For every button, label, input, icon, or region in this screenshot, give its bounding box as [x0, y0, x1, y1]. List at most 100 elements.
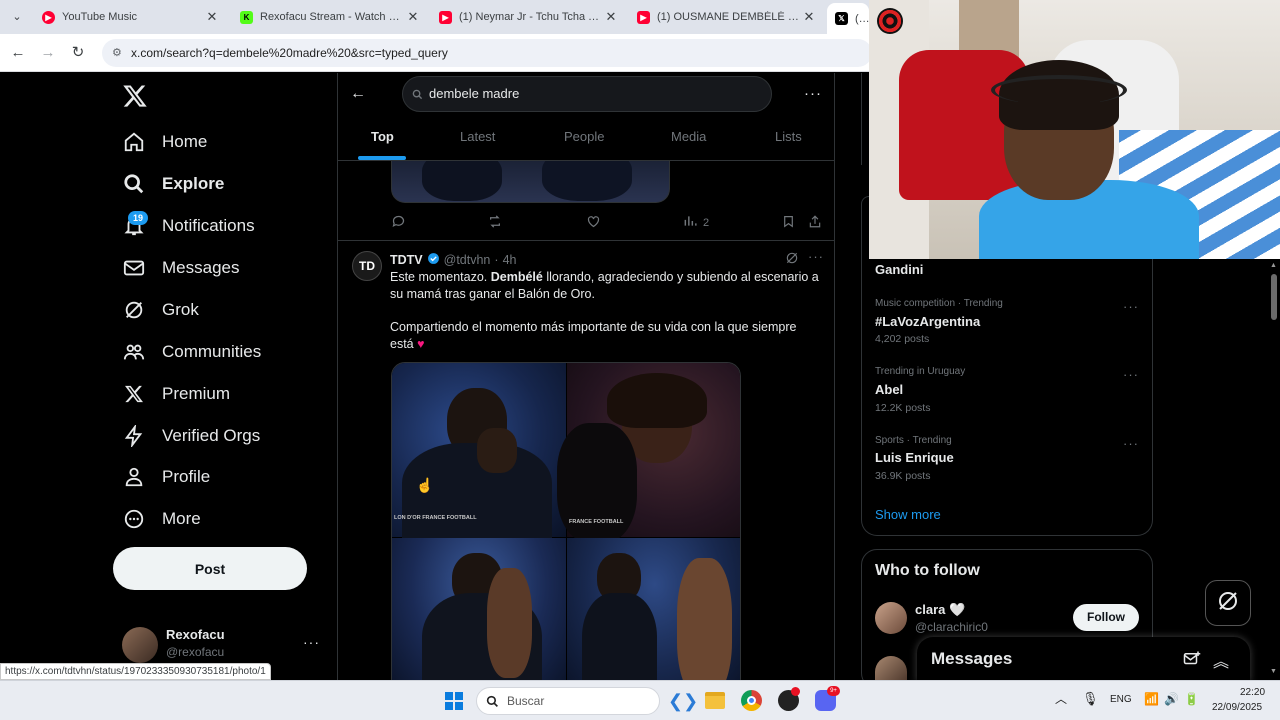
trend-meta: Trending in Uruguay	[875, 366, 966, 377]
tab-top[interactable]: Top	[371, 129, 394, 144]
sidebar-item-premium[interactable]: Premium	[122, 379, 230, 409]
trend-name[interactable]: Abel	[875, 382, 903, 397]
share-button[interactable]	[808, 214, 822, 232]
trend-more-icon[interactable]: ···	[1123, 367, 1139, 382]
tab-label: Rexofacu Stream - Watch Live o	[260, 11, 405, 23]
trend-more-icon[interactable]: ···	[1123, 299, 1139, 314]
suggested-user-name[interactable]: clara 🤍	[915, 602, 965, 618]
search-input[interactable]: dembele madre	[402, 76, 772, 112]
tab-label: (1) Neymar Jr - Tchu Tcha Tcha	[459, 11, 603, 23]
tweet-photo-4[interactable]	[567, 538, 740, 680]
vscode-icon[interactable]: ❮❯	[668, 690, 698, 712]
tab-search-chevron-icon[interactable]: ⌄	[8, 8, 26, 26]
tab-x-active[interactable]: 𝕏 (19	[827, 3, 869, 34]
tab-label: YouTube Music	[62, 11, 138, 23]
sidebar-item-explore[interactable]: Explore	[122, 169, 224, 199]
bookmark-button[interactable]	[782, 214, 795, 232]
tab-media[interactable]: Media	[671, 129, 706, 144]
reload-icon[interactable]: ↻	[68, 43, 88, 63]
chrome-icon[interactable]	[741, 690, 762, 711]
tab-close-icon[interactable]: ✕	[801, 9, 817, 25]
tweet-photo-2[interactable]: FRANCE FOOTBALL	[557, 363, 740, 543]
messages-drawer[interactable]: Messages ︽	[917, 637, 1250, 682]
views-button[interactable]: 2	[683, 214, 709, 231]
volume-icon[interactable]: 🔊	[1164, 692, 1179, 706]
grok-floating-button[interactable]	[1205, 580, 1251, 626]
grok-explain-icon[interactable]	[785, 251, 799, 270]
language-indicator[interactable]: ENG	[1110, 694, 1132, 705]
tweet-author[interactable]: TDTV	[390, 253, 423, 267]
battery-icon[interactable]: 🔋	[1184, 692, 1199, 706]
back-arrow-icon[interactable]: ←	[8, 43, 28, 63]
address-bar[interactable]: ⚙ x.com/search?q=dembele%20madre%20&src=…	[102, 39, 872, 67]
tab-youtube-music[interactable]: ▶ YouTube Music ✕	[34, 4, 226, 30]
right-panel-edge	[861, 73, 869, 165]
sidebar-item-communities[interactable]: Communities	[122, 337, 261, 367]
tdtv-avatar[interactable]: TD	[352, 251, 382, 281]
more-circle-icon	[122, 507, 146, 531]
site-info-icon[interactable]: ⚙	[112, 39, 122, 67]
mouse-pointer-icon: ☝	[416, 477, 434, 493]
sidebar-item-profile[interactable]: Profile	[122, 462, 210, 492]
tweet-photo-1[interactable]: LON D'OR FRANCE FOOTBALL	[392, 363, 566, 543]
clock-time[interactable]: 22:20	[1240, 687, 1265, 698]
avatar[interactable]	[875, 656, 907, 680]
previous-tweet-image[interactable]	[391, 161, 670, 203]
account-menu-icon[interactable]: ···	[303, 634, 320, 650]
page-scrollbar[interactable]: ▲ ▼	[1268, 260, 1280, 680]
tweet-handle[interactable]: @tdtvhn	[444, 253, 491, 267]
trend-name[interactable]: #LaVozArgentina	[875, 314, 980, 329]
expand-chevron-icon[interactable]: ︽	[1213, 648, 1229, 672]
wifi-icon[interactable]: 📶	[1144, 692, 1159, 706]
tweet-text-second: Compartiendo el momento más importante d…	[390, 319, 822, 352]
search-options-icon[interactable]: ···	[804, 85, 822, 102]
forward-arrow-icon[interactable]: →	[38, 43, 58, 63]
account-handle: @rexofacu	[166, 645, 225, 659]
tab-people[interactable]: People	[564, 129, 604, 144]
clock-date[interactable]: 22/09/2025	[1212, 702, 1262, 713]
tray-chevron-icon[interactable]: ︿	[1055, 690, 1067, 707]
reply-button[interactable]	[391, 214, 406, 232]
tweet-photo-3[interactable]	[392, 538, 566, 680]
scrollbar-thumb[interactable]	[1271, 274, 1277, 320]
sidebar-item-more[interactable]: More	[122, 504, 201, 534]
trend-more-icon[interactable]: ···	[1123, 436, 1139, 451]
tab-kick-stream[interactable]: K Rexofacu Stream - Watch Live o ✕	[232, 4, 427, 30]
tab-youtube-neymar[interactable]: ▶ (1) Neymar Jr - Tchu Tcha Tcha ✕	[431, 4, 625, 30]
tab-close-icon[interactable]: ✕	[204, 9, 220, 25]
discord-icon[interactable]: 9+	[815, 686, 840, 711]
tab-latest[interactable]: Latest	[460, 129, 495, 144]
sidebar-item-label: More	[162, 509, 201, 528]
avatar[interactable]	[875, 602, 907, 634]
tab-label: (19	[855, 12, 869, 25]
trend-name[interactable]: Luis Enrique	[875, 450, 954, 465]
right-panel-edge	[861, 196, 869, 266]
avatar[interactable]	[122, 627, 158, 663]
repost-button[interactable]	[487, 214, 503, 232]
microphone-icon[interactable]: 🎙	[1082, 691, 1099, 707]
sidebar-item-grok[interactable]: Grok	[122, 295, 199, 325]
show-more-link[interactable]: Show more	[875, 507, 941, 522]
obs-icon[interactable]	[778, 687, 800, 711]
like-button[interactable]	[586, 214, 601, 232]
windows-start-icon[interactable]	[445, 692, 463, 710]
taskbar-search-input[interactable]: Buscar	[476, 687, 660, 715]
follow-button[interactable]: Follow	[1073, 604, 1139, 631]
sidebar-item-home[interactable]: Home	[122, 127, 207, 157]
tab-close-icon[interactable]: ✕	[405, 9, 421, 25]
photo-caption: FRANCE FOOTBALL	[569, 519, 624, 525]
new-message-icon[interactable]	[1183, 650, 1201, 673]
sidebar-item-verified-orgs[interactable]: Verified Orgs	[122, 421, 260, 451]
post-button[interactable]: Post	[113, 547, 307, 590]
tab-lists[interactable]: Lists	[775, 129, 802, 144]
file-explorer-icon[interactable]	[705, 692, 725, 709]
trend-name[interactable]: Gandini	[875, 262, 923, 277]
sidebar-item-messages[interactable]: Messages	[122, 253, 239, 283]
x-logo-icon[interactable]	[122, 83, 148, 109]
tab-close-icon[interactable]: ✕	[603, 9, 619, 25]
tweet-more-icon[interactable]: ···	[808, 249, 824, 264]
tweet-time[interactable]: 4h	[503, 253, 517, 267]
tab-youtube-dembele[interactable]: ▶ (1) OUSMANE DEMBÉLÉ gana e ✕	[629, 4, 823, 30]
back-arrow-icon[interactable]: ←	[350, 85, 366, 103]
red-heart-emoji-icon: ♥	[417, 336, 425, 351]
